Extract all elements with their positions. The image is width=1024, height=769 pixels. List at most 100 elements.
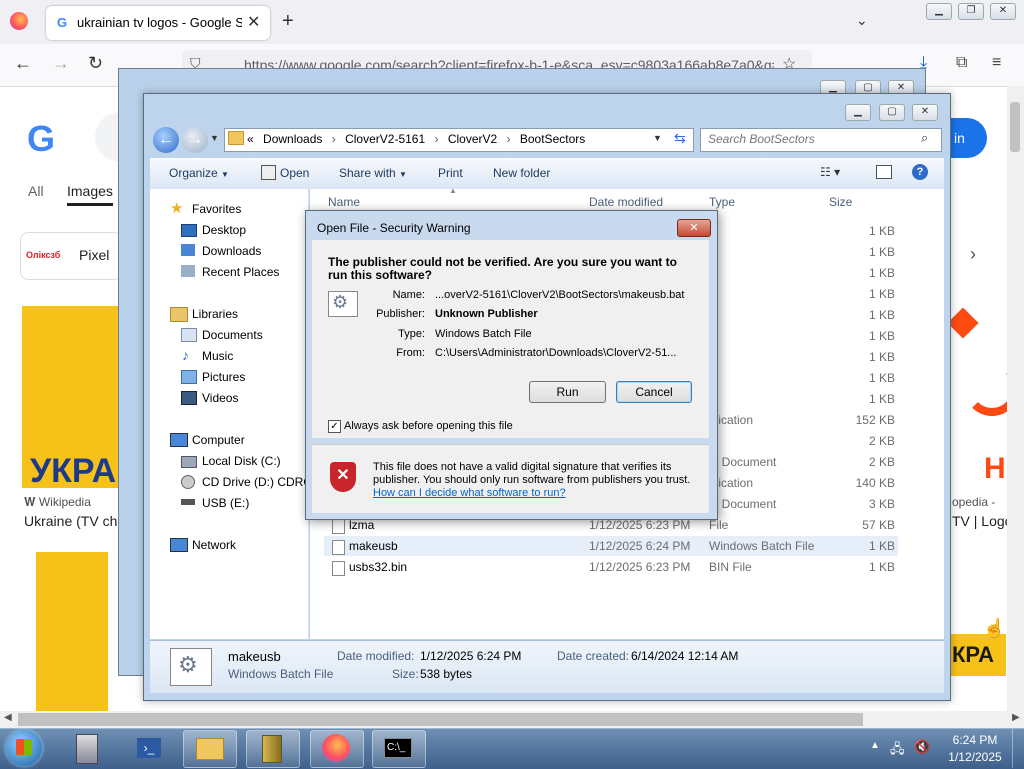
- file-row-size[interactable]: 1 KB: [835, 329, 895, 343]
- tab-list-icon[interactable]: ⌄: [856, 12, 868, 29]
- file-row-name[interactable]: usbs32.bin: [349, 560, 407, 574]
- file-row-size[interactable]: 1 KB: [835, 560, 895, 574]
- breadcrumb-clover-5161[interactable]: CloverV2-5161: [345, 132, 425, 146]
- file-row-size[interactable]: 1 KB: [835, 392, 895, 406]
- explorer-close-icon[interactable]: ✕: [912, 104, 938, 121]
- address-dropdown-icon[interactable]: ▼: [653, 133, 662, 143]
- breadcrumb-cloverv2[interactable]: CloverV2: [448, 132, 497, 146]
- file-row-size[interactable]: 1 KB: [835, 371, 895, 385]
- hscroll-left-icon[interactable]: ◀: [4, 712, 12, 723]
- file-row-date[interactable]: 1/12/2025 6:23 PM: [589, 560, 690, 574]
- extensions-icon[interactable]: ⧉: [956, 54, 967, 72]
- scroll-right-icon[interactable]: ›: [970, 244, 976, 265]
- firefox-menu-icon[interactable]: [10, 12, 28, 30]
- breadcrumb-separator-icon[interactable]: ›: [434, 132, 438, 146]
- close-icon[interactable]: ✕: [990, 3, 1016, 20]
- help-icon[interactable]: ?: [912, 164, 928, 180]
- nav-pictures[interactable]: Pictures: [202, 370, 245, 384]
- search-icon[interactable]: ⌕: [921, 130, 928, 146]
- hscroll-thumb[interactable]: [18, 713, 863, 726]
- explorer-minimize-icon[interactable]: ▁: [845, 104, 871, 121]
- breadcrumb-separator-icon[interactable]: ›: [507, 132, 511, 146]
- recent-pages-icon[interactable]: ▼: [210, 133, 219, 143]
- file-row-size[interactable]: 1 KB: [835, 539, 895, 553]
- reload-icon[interactable]: ↻: [88, 53, 103, 74]
- file-row-size[interactable]: 1 KB: [835, 266, 895, 280]
- file-row-size[interactable]: 1 KB: [835, 287, 895, 301]
- page-scrollbar-thumb[interactable]: [1010, 102, 1020, 152]
- clock-time[interactable]: 6:24 PM: [950, 733, 1000, 747]
- file-row-type[interactable]: Windows Batch File: [709, 539, 814, 553]
- share-with-button[interactable]: Share with ▼: [339, 166, 407, 180]
- file-row-size[interactable]: 2 KB: [835, 434, 895, 448]
- file-row-date[interactable]: 1/12/2025 6:24 PM: [589, 539, 690, 553]
- file-row-name[interactable]: makeusb: [349, 539, 398, 553]
- nav-back-icon[interactable]: ←: [153, 127, 179, 153]
- file-row-size[interactable]: 140 KB: [835, 476, 895, 490]
- file-row-size[interactable]: 57 KB: [835, 518, 895, 532]
- back-icon[interactable]: ←: [14, 53, 32, 74]
- cancel-button[interactable]: Cancel: [616, 381, 692, 403]
- show-desktop-button[interactable]: [1012, 729, 1024, 768]
- hscroll-right-icon[interactable]: ▶: [1012, 712, 1020, 723]
- result-left-title[interactable]: Ukraine (TV ch: [24, 513, 117, 529]
- file-row-size[interactable]: 1 KB: [835, 350, 895, 364]
- breadcrumb-downloads[interactable]: Downloads: [263, 132, 322, 146]
- dialog-close-button[interactable]: ✕: [677, 219, 711, 237]
- view-options-icon[interactable]: ☷ ▾: [820, 165, 840, 179]
- column-date-modified[interactable]: Date modified: [589, 195, 663, 209]
- google-tab-all[interactable]: All: [28, 183, 44, 199]
- network-tray-icon[interactable]: 🖧: [890, 740, 905, 762]
- help-link[interactable]: How can I decide what software to run?: [373, 487, 566, 499]
- file-row-size[interactable]: 1 KB: [835, 245, 895, 259]
- app-menu-icon[interactable]: ≡: [992, 54, 1001, 72]
- breadcrumb-prefix[interactable]: «: [247, 132, 254, 146]
- nav-recent-places[interactable]: Recent Places: [202, 265, 279, 279]
- google-tab-images[interactable]: Images: [67, 183, 113, 206]
- minimize-icon[interactable]: ▁: [926, 3, 952, 20]
- volume-muted-icon[interactable]: 🔇: [914, 739, 930, 755]
- file-row-date[interactable]: 1/12/2025 6:23 PM: [589, 518, 690, 532]
- nav-libraries[interactable]: Libraries: [192, 307, 238, 321]
- file-row-type[interactable]: BIN File: [709, 560, 752, 574]
- clock-date[interactable]: 1/12/2025: [946, 750, 1004, 764]
- new-folder-button[interactable]: New folder: [493, 166, 550, 180]
- restore-icon[interactable]: ❐: [958, 3, 984, 20]
- file-row-size[interactable]: 1 KB: [835, 308, 895, 322]
- file-row-type[interactable]: xt Document: [709, 455, 776, 469]
- page-scrollbar[interactable]: [1007, 86, 1024, 711]
- file-row-size[interactable]: 1 KB: [835, 224, 895, 238]
- file-row-type[interactable]: File: [709, 518, 728, 532]
- column-size[interactable]: Size: [829, 195, 852, 209]
- run-button[interactable]: Run: [529, 381, 606, 403]
- breadcrumb-bootsectors[interactable]: BootSectors: [520, 132, 585, 146]
- file-row-size[interactable]: 3 KB: [835, 497, 895, 511]
- tray-expand-icon[interactable]: ▲: [870, 740, 880, 751]
- column-type[interactable]: Type: [709, 195, 735, 209]
- nav-downloads[interactable]: Downloads: [202, 244, 261, 258]
- nav-favorites[interactable]: Favorites: [192, 202, 241, 216]
- image-result-left-2[interactable]: [36, 552, 108, 712]
- nav-videos[interactable]: Videos: [202, 391, 238, 405]
- explorer-maximize-icon[interactable]: ▢: [879, 104, 905, 121]
- breadcrumb-separator-icon[interactable]: ›: [332, 132, 336, 146]
- nav-local-disk[interactable]: Local Disk (C:): [202, 454, 281, 468]
- always-ask-checkbox[interactable]: ✓: [328, 420, 341, 433]
- organize-button[interactable]: Organize ▼: [169, 166, 229, 180]
- tab-close-icon[interactable]: ✕: [247, 12, 260, 32]
- nav-forward-icon[interactable]: →: [182, 127, 208, 153]
- preview-pane-icon[interactable]: [876, 165, 892, 179]
- open-button[interactable]: Open: [280, 166, 309, 180]
- nav-desktop[interactable]: Desktop: [202, 223, 246, 237]
- column-name[interactable]: Name: [328, 195, 360, 209]
- always-ask-label[interactable]: Always ask before opening this file: [344, 420, 513, 432]
- print-button[interactable]: Print: [438, 166, 463, 180]
- nav-documents[interactable]: Documents: [202, 328, 263, 342]
- refresh-icon[interactable]: ⇆: [674, 130, 686, 147]
- nav-network[interactable]: Network: [192, 538, 236, 552]
- file-row-size[interactable]: 152 KB: [835, 413, 895, 427]
- file-row-type[interactable]: xt Document: [709, 497, 776, 511]
- nav-music[interactable]: Music: [202, 349, 233, 363]
- file-row-name[interactable]: lzma: [349, 518, 374, 532]
- forward-icon[interactable]: →: [52, 53, 70, 74]
